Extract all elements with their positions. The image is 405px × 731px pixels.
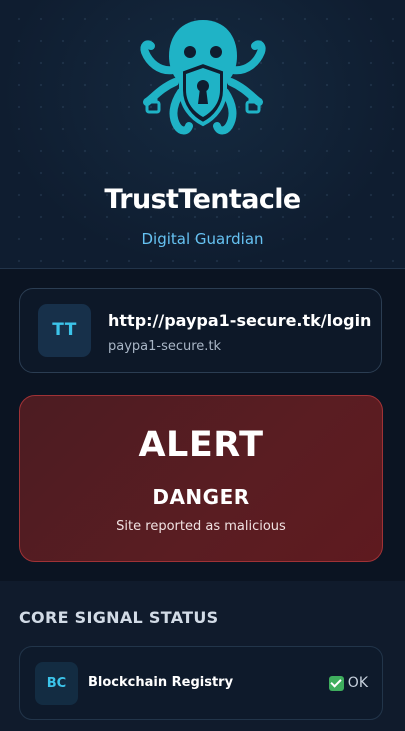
signal-status-text: OK <box>347 675 368 691</box>
octopus-shield-icon <box>140 20 266 135</box>
app-header: TrustTentacle Digital Guardian <box>0 0 405 269</box>
core-signal-section: CORE SIGNAL STATUS BC Blockchain Registr… <box>0 581 405 731</box>
app-subtitle: Digital Guardian <box>141 230 264 248</box>
signals-title: CORE SIGNAL STATUS <box>19 608 219 627</box>
site-avatar: TT <box>38 304 91 357</box>
signal-row-blockchain[interactable]: BC Blockchain Registry OK <box>19 646 383 720</box>
alert-description: Site reported as malicious <box>116 519 286 534</box>
main-content: TT http://paypa1-secure.tk/login paypa1-… <box>0 269 405 581</box>
check-icon <box>328 675 344 691</box>
signal-status: OK <box>328 674 368 692</box>
alert-level: DANGER <box>152 485 250 509</box>
site-url-card[interactable]: TT http://paypa1-secure.tk/login paypa1-… <box>19 288 382 373</box>
signal-avatar: BC <box>35 662 78 705</box>
site-domain: paypa1-secure.tk <box>108 339 222 354</box>
alert-card: ALERT DANGER Site reported as malicious <box>19 395 383 562</box>
site-url: http://paypa1-secure.tk/login <box>108 311 372 330</box>
app-title: TrustTentacle <box>104 184 301 215</box>
alert-title: ALERT <box>138 425 264 465</box>
signal-label: Blockchain Registry <box>88 675 234 690</box>
